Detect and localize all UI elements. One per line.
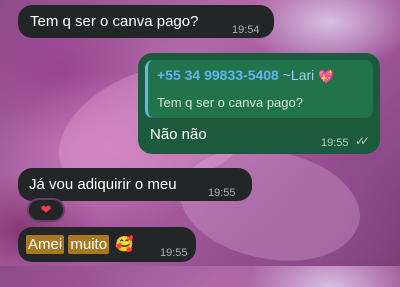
message-text: Não não xyxy=(150,126,207,143)
message-bubble-outgoing[interactable]: +55 34 99833-5408 ~Lari 💖 Tem q ser o ca… xyxy=(138,53,380,154)
message-text: Amei muito 🥰 xyxy=(26,235,134,254)
message-time: 19:54 xyxy=(232,24,260,36)
heart-icon: ❤ xyxy=(40,202,52,217)
highlighted-word: Amei xyxy=(26,235,65,254)
reply-author-name: ~Lari xyxy=(282,67,315,83)
reply-text: Tem q ser o canva pago? xyxy=(157,95,303,110)
message-bubble-incoming[interactable]: Amei muito 🥰 19:55 xyxy=(18,227,196,262)
message-bubble-incoming[interactable]: Tem q ser o canva pago? 19:54 xyxy=(18,5,274,38)
message-time: 19:55 xyxy=(208,187,236,199)
message-bubble-incoming[interactable]: Já vou adiquirir o meu 19:55 xyxy=(18,168,252,201)
reply-quote[interactable]: +55 34 99833-5408 ~Lari 💖 Tem q ser o ca… xyxy=(145,60,373,118)
message-time: 19:55 xyxy=(160,247,188,259)
message-text: Já vou adiquirir o meu xyxy=(29,176,177,193)
double-check-icon: ✓✓ xyxy=(355,134,370,148)
reply-author: +55 34 99833-5408 ~Lari 💖 xyxy=(157,66,334,86)
smiling-face-with-hearts-icon: 🥰 xyxy=(115,236,134,253)
reply-author-phone: +55 34 99833-5408 xyxy=(157,67,279,83)
reaction-badge[interactable]: ❤ xyxy=(27,198,65,222)
sparkling-heart-icon: 💖 xyxy=(318,69,335,84)
message-time: 19:55 xyxy=(321,137,349,149)
highlighted-word: muito xyxy=(68,235,110,254)
message-text: Tem q ser o canva pago? xyxy=(30,13,199,30)
